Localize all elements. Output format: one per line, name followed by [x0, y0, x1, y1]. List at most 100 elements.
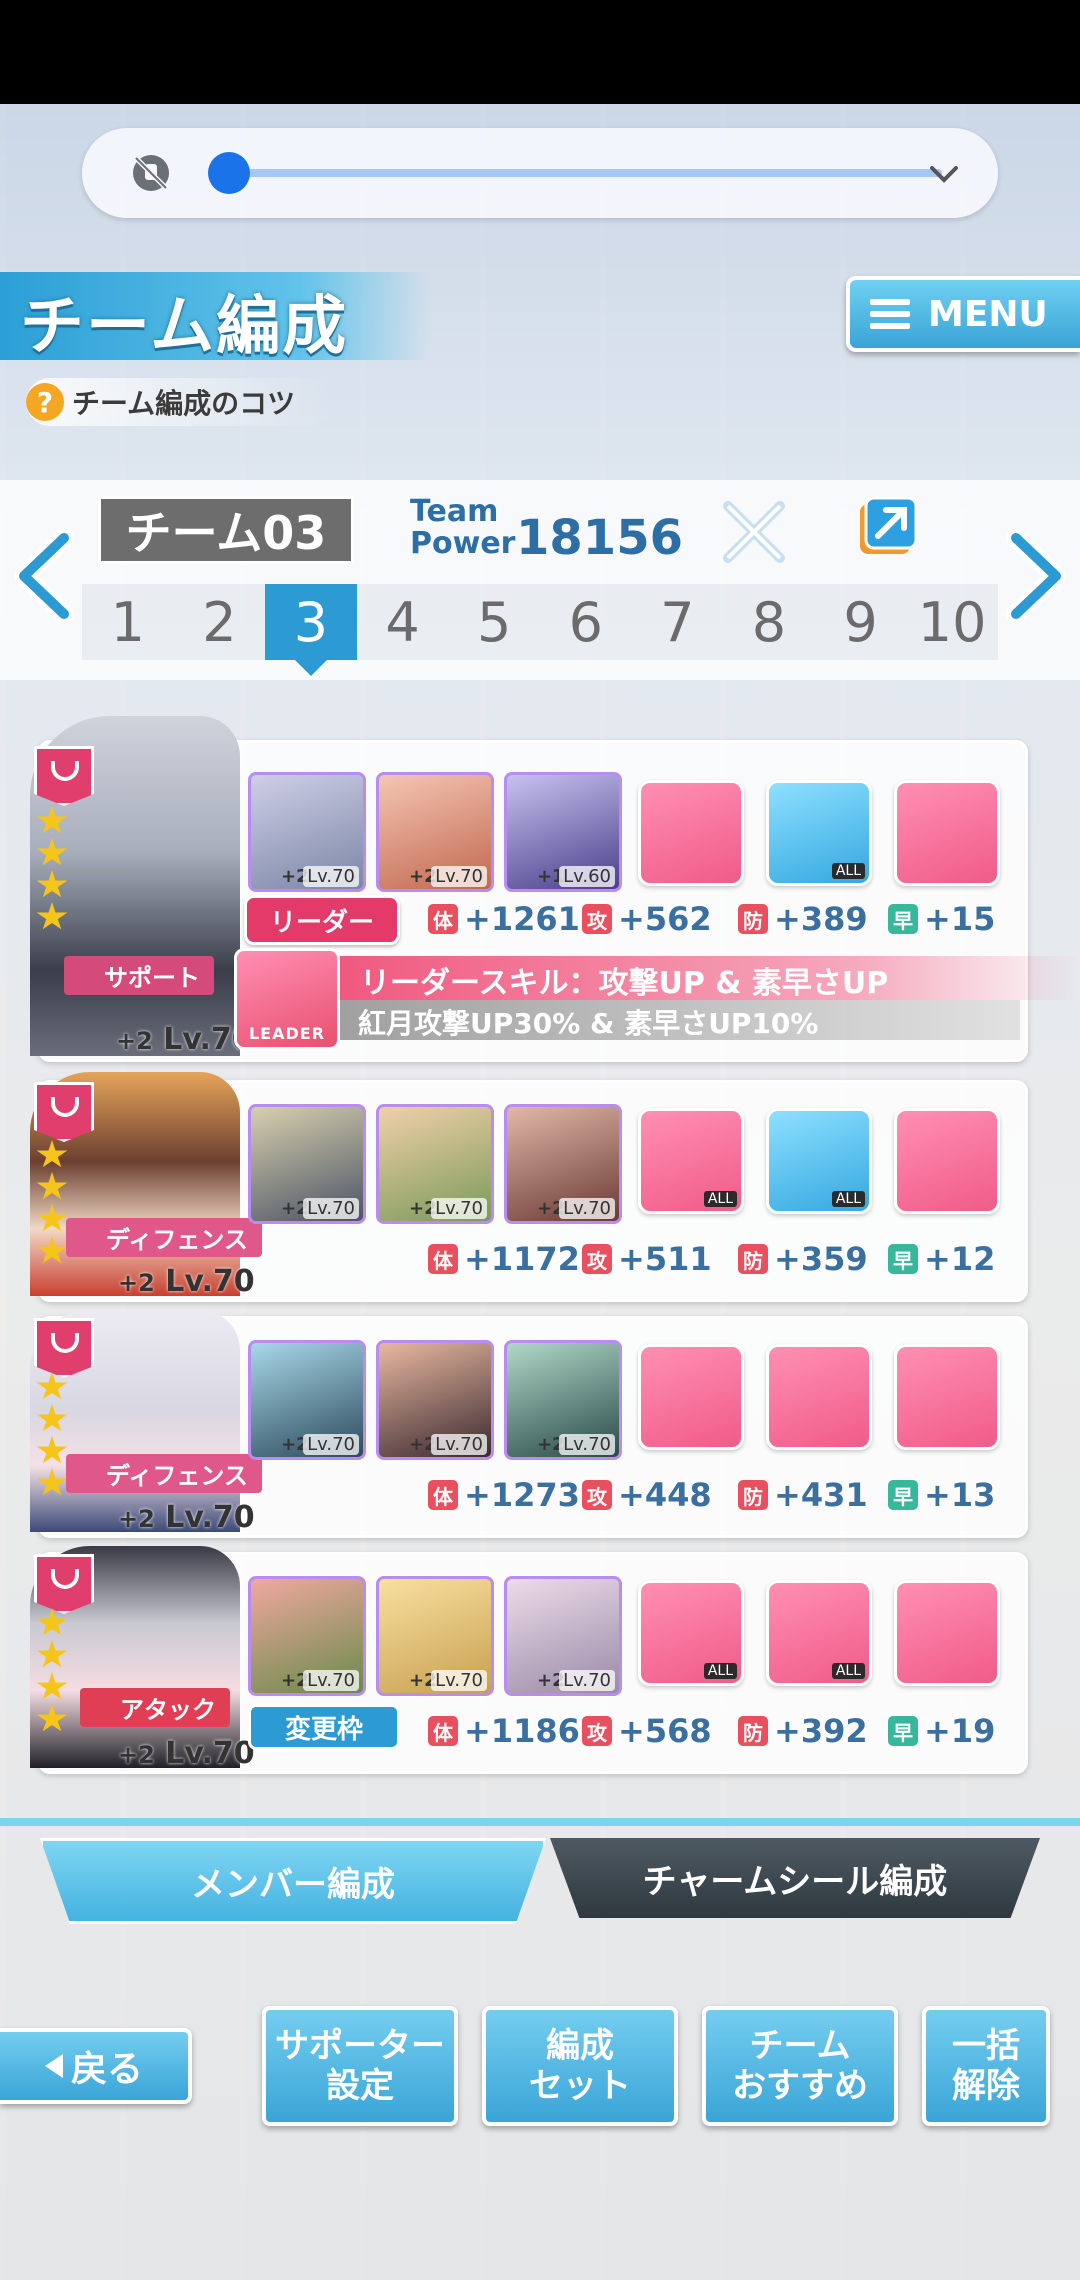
rank-badge-icon — [34, 1554, 94, 1614]
equip-card[interactable]: +2 Lv.70 — [248, 1340, 366, 1460]
chevron-down-icon[interactable] — [924, 154, 964, 194]
formation-set-button[interactable]: 編成 セット — [482, 2006, 678, 2126]
skill-icon[interactable] — [894, 1108, 1000, 1214]
star-icon — [36, 1404, 68, 1432]
team-tab-8[interactable]: 8 — [723, 584, 815, 660]
team-name[interactable]: チーム03 — [98, 496, 354, 564]
menu-button[interactable]: MENU — [846, 276, 1080, 352]
equip-card[interactable]: +2 Lv.70 — [376, 1104, 494, 1224]
role-tag: ディフェンス — [66, 1454, 262, 1493]
plus-label: +2 — [118, 1741, 155, 1769]
skill-icon[interactable] — [638, 1344, 744, 1450]
stat-hp: 体 +1273 — [428, 1476, 580, 1514]
skill-icon[interactable]: ALL — [638, 1108, 744, 1214]
equip-card[interactable]: +2 Lv.70 — [248, 1576, 366, 1696]
card-level: Lv.70 — [431, 1670, 487, 1691]
stat-def: 防 +359 — [738, 1240, 868, 1278]
team-power-value: 18156 — [516, 510, 683, 566]
skill-scope: ALL — [703, 1191, 737, 1207]
equip-card[interactable]: +2 Lv.70 — [376, 772, 494, 892]
tab-divider — [0, 1818, 1080, 1826]
hp-icon: 体 — [428, 904, 458, 934]
rank-badge-icon — [34, 1318, 94, 1378]
stat-def: 防 +392 — [738, 1712, 868, 1750]
team-tab-7[interactable]: 7 — [632, 584, 724, 660]
skill-scope: ALL — [831, 1663, 865, 1679]
prev-team-arrow-icon[interactable] — [10, 530, 80, 622]
star-icon — [36, 1640, 68, 1668]
skill-icon[interactable] — [894, 1344, 1000, 1450]
star-icon — [36, 1204, 68, 1232]
equip-card[interactable]: +2 Lv.70 — [248, 1104, 366, 1224]
change-slot-button[interactable]: 変更枠 — [248, 1704, 400, 1750]
team-tab-6[interactable]: 6 — [540, 584, 632, 660]
volume-slider-knob[interactable] — [208, 152, 250, 194]
mute-icon[interactable] — [128, 150, 174, 196]
equip-card[interactable]: +2 Lv.70 — [504, 1104, 622, 1224]
skill-icon[interactable]: ALL — [638, 1580, 744, 1686]
team-tab-2[interactable]: 2 — [174, 584, 266, 660]
rank-badge-icon — [34, 1082, 94, 1142]
stat-value: +511 — [618, 1240, 712, 1278]
stat-value: +13 — [924, 1476, 996, 1514]
stat-atk: 攻 +448 — [582, 1476, 712, 1514]
def-icon: 防 — [738, 904, 768, 934]
team-tab-5[interactable]: 5 — [448, 584, 540, 660]
card-level: Lv.70 — [559, 1434, 615, 1455]
team-tab-9[interactable]: 9 — [815, 584, 907, 660]
atk-icon: 攻 — [582, 1716, 612, 1746]
tips-label: チーム編成のコツ — [72, 387, 296, 420]
equip-card[interactable]: +2 Lv.70 — [248, 772, 366, 892]
def-icon: 防 — [738, 1716, 768, 1746]
plus-label: +2 — [116, 1027, 153, 1055]
skill-icon[interactable]: ALL — [766, 1580, 872, 1686]
card-level: Lv.70 — [431, 1434, 487, 1455]
stat-value: +562 — [618, 900, 712, 938]
crossed-swords-icon[interactable] — [716, 494, 792, 570]
skill-icon[interactable]: ALL — [766, 780, 872, 886]
skill-icon[interactable] — [638, 780, 744, 886]
equip-card[interactable]: +2 Lv.70 — [504, 1340, 622, 1460]
team-tab-10[interactable]: 10 — [906, 584, 998, 660]
skill-icon[interactable]: ALL — [766, 1108, 872, 1214]
team-tab-1[interactable]: 1 — [82, 584, 174, 660]
team-tab-3[interactable]: 3 — [265, 584, 357, 676]
star-icon — [36, 1672, 68, 1700]
volume-slider-track[interactable] — [242, 169, 942, 177]
tab-member-formation[interactable]: メンバー編成 — [40, 1838, 546, 1924]
supporter-settings-button[interactable]: サポーター 設定 — [262, 2006, 458, 2126]
stat-spd: 早 +13 — [888, 1476, 995, 1514]
skill-icon[interactable] — [894, 1580, 1000, 1686]
skill-icon[interactable] — [766, 1344, 872, 1450]
equip-card[interactable]: +2 Lv.70 — [504, 1576, 622, 1696]
stat-hp: 体 +1261 — [428, 900, 580, 938]
equip-card[interactable]: +2 Lv.70 — [376, 1576, 494, 1696]
leader-skill-icon[interactable]: LEADER — [234, 948, 340, 1050]
plus-label: +2 — [118, 1505, 155, 1533]
stat-def: 防 +389 — [738, 900, 868, 938]
next-team-arrow-icon[interactable] — [1000, 530, 1070, 622]
stat-spd: 早 +12 — [888, 1240, 995, 1278]
card-level: Lv.60 — [559, 866, 615, 887]
equip-card[interactable]: +2 Lv.70 — [376, 1340, 494, 1460]
skill-icon[interactable] — [894, 780, 1000, 886]
question-icon: ? — [26, 383, 64, 421]
team-recommend-button[interactable]: チーム おすすめ — [702, 2006, 898, 2126]
equip-card[interactable]: +1 Lv.60 — [504, 772, 622, 892]
stat-hp: 体 +1186 — [428, 1712, 580, 1750]
team-tab-4[interactable]: 4 — [357, 584, 449, 660]
star-icon — [36, 1140, 68, 1168]
clear-all-button[interactable]: 一括 解除 — [922, 2006, 1050, 2126]
star-icon — [36, 870, 68, 898]
tab-charm-seal-formation[interactable]: チャームシール編成 — [550, 1838, 1040, 1918]
back-button[interactable]: 戻る — [0, 2028, 192, 2104]
export-icon[interactable] — [856, 494, 922, 560]
plus-label: +2 — [118, 1269, 155, 1297]
card-level: Lv.70 — [303, 866, 359, 887]
tips-link[interactable]: ? チーム編成のコツ — [26, 378, 336, 426]
leader-icon-label: LEADER — [248, 1024, 326, 1043]
def-icon: 防 — [738, 1480, 768, 1510]
stat-value: +1261 — [464, 900, 580, 938]
skill-scope: ALL — [703, 1663, 737, 1679]
spd-icon: 早 — [888, 1244, 918, 1274]
